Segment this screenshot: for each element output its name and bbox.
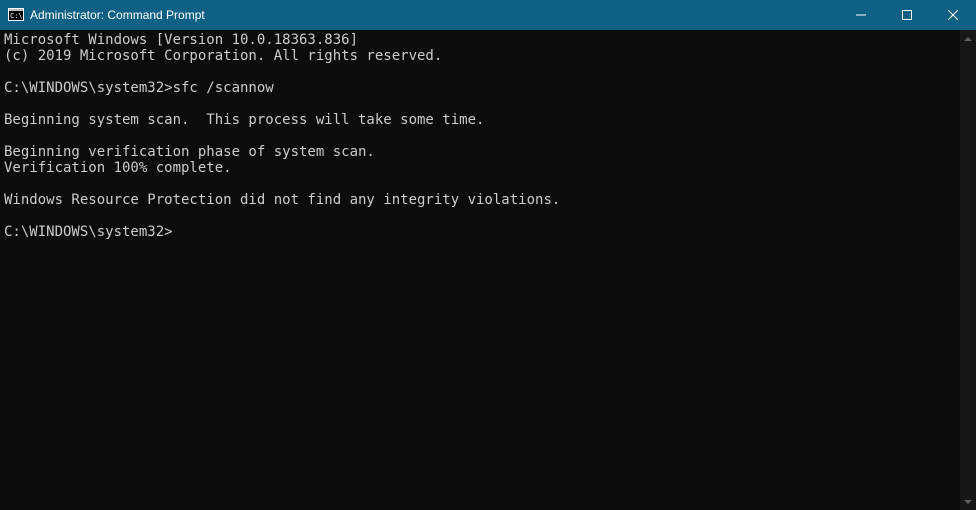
terminal-area: Microsoft Windows [Version 10.0.18363.83…	[0, 30, 976, 510]
output-line: Beginning system scan. This process will…	[4, 112, 484, 128]
cmd-icon: C:\	[8, 7, 24, 23]
prompt-path: C:\WINDOWS\system32>	[4, 80, 173, 96]
terminal-output[interactable]: Microsoft Windows [Version 10.0.18363.83…	[0, 30, 960, 510]
close-button[interactable]	[930, 0, 976, 30]
titlebar[interactable]: C:\ Administrator: Command Prompt	[0, 0, 976, 30]
scrollbar-track[interactable]	[960, 47, 976, 493]
window-title: Administrator: Command Prompt	[30, 8, 838, 22]
prompt-path: C:\WINDOWS\system32>	[4, 224, 173, 240]
output-line: Microsoft Windows [Version 10.0.18363.83…	[4, 32, 358, 48]
scroll-down-icon[interactable]	[960, 493, 976, 510]
maximize-button[interactable]	[884, 0, 930, 30]
output-line: Windows Resource Protection did not find…	[4, 192, 560, 208]
output-line: Verification 100% complete.	[4, 160, 232, 176]
output-line: Beginning verification phase of system s…	[4, 144, 375, 160]
output-line: (c) 2019 Microsoft Corporation. All righ…	[4, 48, 442, 64]
svg-text:C:\: C:\	[10, 12, 23, 20]
prompt-command: sfc /scannow	[173, 80, 274, 96]
window-controls	[838, 0, 976, 30]
scroll-up-icon[interactable]	[960, 30, 976, 47]
minimize-button[interactable]	[838, 0, 884, 30]
vertical-scrollbar[interactable]	[960, 30, 976, 510]
